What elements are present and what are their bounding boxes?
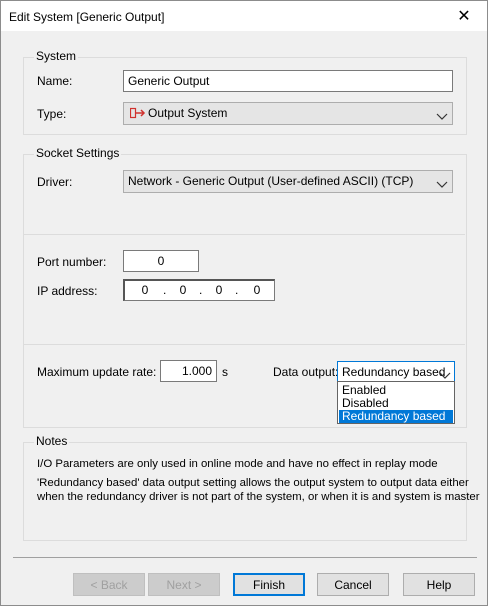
note-line-2: 'Redundancy based' data output setting a… bbox=[37, 477, 469, 489]
data-output-label: Data output: bbox=[273, 365, 339, 379]
notes-group-title: Notes bbox=[34, 434, 70, 448]
driver-select[interactable]: Network - Generic Output (User-defined A… bbox=[123, 170, 453, 193]
data-output-select-value: Redundancy based bbox=[342, 365, 446, 379]
socket-group-title: Socket Settings bbox=[34, 146, 122, 160]
type-select-value: Output System bbox=[148, 106, 228, 120]
data-output-dropdown-list: Enabled Disabled Redundancy based bbox=[337, 381, 455, 424]
dropdown-option-redundancy-based[interactable]: Redundancy based bbox=[339, 410, 453, 423]
edit-system-dialog: Edit System [Generic Output] ✕ System Na… bbox=[0, 0, 488, 606]
name-field[interactable]: Generic Output bbox=[123, 70, 453, 92]
chevron-down-icon bbox=[439, 367, 451, 379]
close-icon: ✕ bbox=[457, 8, 471, 25]
max-update-rate-label: Maximum update rate: bbox=[37, 365, 157, 379]
name-label: Name: bbox=[37, 74, 73, 88]
port-label: Port number: bbox=[37, 255, 107, 269]
next-button[interactable]: Next > bbox=[148, 573, 220, 596]
ip-dot: . bbox=[199, 283, 203, 297]
data-output-select[interactable]: Redundancy based bbox=[337, 361, 455, 382]
driver-select-value: Network - Generic Output (User-defined A… bbox=[128, 174, 414, 188]
ip-octet-4[interactable]: 0 bbox=[249, 283, 265, 297]
ip-octet-2[interactable]: 0 bbox=[175, 283, 191, 297]
note-line-1: I/O Parameters are only used in online m… bbox=[37, 458, 438, 470]
close-button[interactable]: ✕ bbox=[441, 1, 487, 31]
driver-label: Driver: bbox=[37, 175, 73, 189]
output-system-icon bbox=[129, 106, 146, 120]
note-line-3: when the redundancy driver is not part o… bbox=[37, 491, 480, 503]
chevron-down-icon bbox=[436, 108, 448, 120]
socket-divider bbox=[23, 234, 465, 235]
title-bar: Edit System [Generic Output] ✕ bbox=[1, 1, 487, 31]
ip-dot: . bbox=[235, 283, 239, 297]
finish-button[interactable]: Finish bbox=[233, 573, 305, 596]
type-select[interactable]: Output System bbox=[123, 102, 453, 125]
cancel-button[interactable]: Cancel bbox=[317, 573, 389, 596]
ip-address-field[interactable]: 0 . 0 . 0 . 0 bbox=[123, 279, 275, 301]
system-group-title: System bbox=[34, 49, 79, 63]
ip-octet-1[interactable]: 0 bbox=[137, 283, 153, 297]
back-button[interactable]: < Back bbox=[73, 573, 145, 596]
window-title: Edit System [Generic Output] bbox=[9, 10, 165, 24]
rate-unit: s bbox=[222, 365, 228, 379]
chevron-down-icon bbox=[436, 176, 448, 188]
socket-divider bbox=[23, 344, 465, 345]
ip-octet-3[interactable]: 0 bbox=[211, 283, 227, 297]
ip-dot: . bbox=[163, 283, 167, 297]
port-number-field[interactable]: 0 bbox=[123, 250, 199, 272]
footer-divider bbox=[13, 557, 477, 558]
max-update-rate-field[interactable]: 1.000 bbox=[160, 360, 217, 382]
help-button[interactable]: Help bbox=[403, 573, 475, 596]
ip-address-label: IP address: bbox=[37, 284, 98, 298]
type-label: Type: bbox=[37, 107, 67, 121]
